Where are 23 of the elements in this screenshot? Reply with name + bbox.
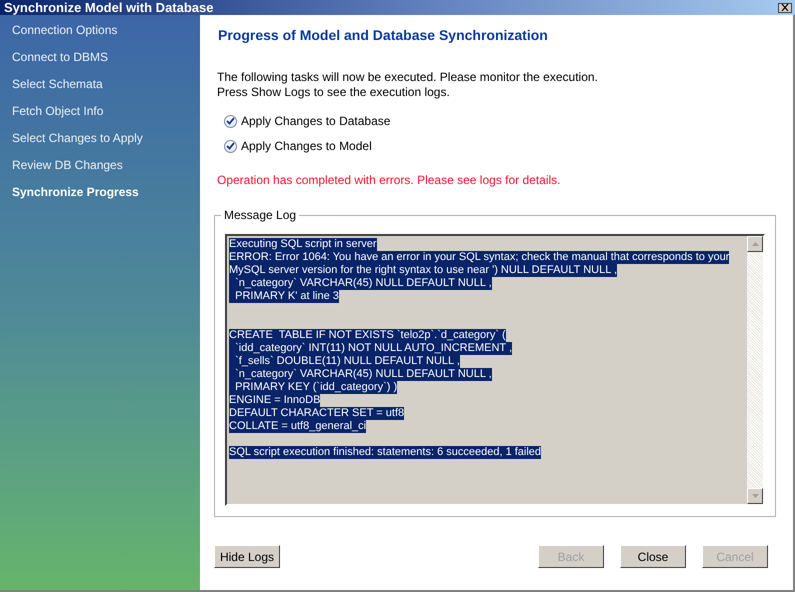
task-label: Apply Changes to Model bbox=[241, 138, 372, 155]
sidebar-item[interactable]: Select Schemata bbox=[12, 76, 200, 93]
dialog-button[interactable]: Hide Logs bbox=[214, 545, 280, 568]
sidebar-item[interactable]: Select Changes to Apply bbox=[12, 130, 200, 147]
checkbox[interactable] bbox=[224, 114, 237, 128]
scrollbar[interactable] bbox=[747, 236, 763, 504]
status-message: Operation has completed with errors. Please see logs for details. bbox=[217, 172, 562, 189]
intro-text: Press Show Logs to see the execution logs. bbox=[217, 85, 451, 100]
intro-text: The following tasks will now be executed. Please monitor the execution. bbox=[217, 70, 599, 85]
sidebar-item[interactable]: Review DB Changes bbox=[12, 157, 200, 174]
task-label: Apply Changes to Database bbox=[241, 113, 390, 130]
sidebar-item[interactable]: Synchronize Progress bbox=[12, 184, 200, 201]
sidebar-item[interactable]: Connect to DBMS bbox=[12, 49, 200, 66]
dialog-button[interactable]: Close bbox=[620, 545, 686, 568]
scroll-up-icon[interactable] bbox=[747, 236, 763, 252]
sidebar-item[interactable]: Fetch Object Info bbox=[12, 103, 200, 120]
sidebar-item[interactable]: Connection Options bbox=[12, 22, 200, 39]
group-title: Message Log bbox=[221, 208, 300, 222]
page-heading: Progress of Model and Database Synchronization bbox=[218, 26, 549, 45]
checkbox[interactable] bbox=[224, 140, 237, 152]
scroll-down-icon[interactable] bbox=[747, 488, 763, 504]
window-title: Synchronize Model with Database bbox=[3, 0, 214, 14]
close-icon[interactable] bbox=[778, 2, 792, 12]
